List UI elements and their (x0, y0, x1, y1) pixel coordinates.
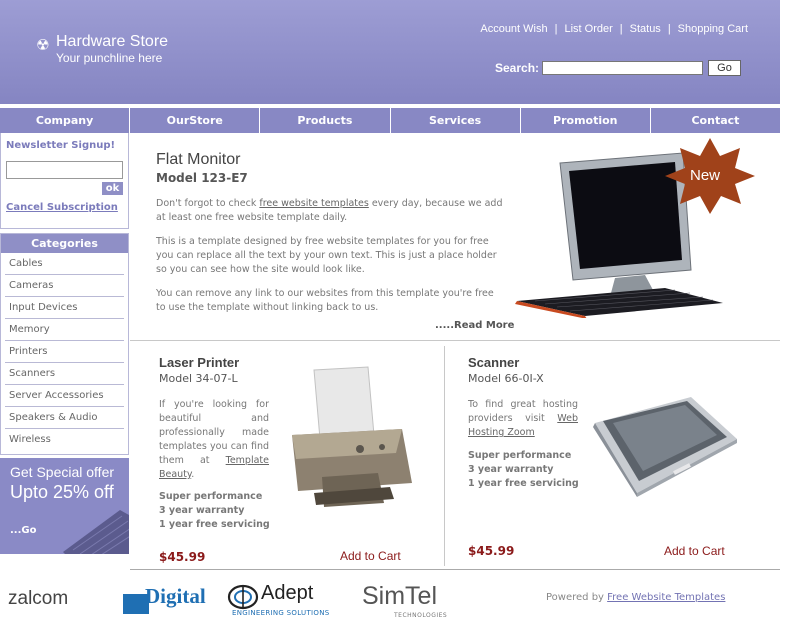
product-price: $45.99 (159, 550, 206, 564)
featured-paragraph-3: You can remove any link to our websites … (156, 288, 494, 313)
category-printers[interactable]: Printers (5, 341, 124, 363)
free-website-templates-link[interactable]: free website templates (259, 198, 368, 209)
nav-products[interactable]: Products (260, 108, 391, 133)
product-feature: Super performance (468, 450, 572, 461)
logo-icon: ☢ (36, 36, 50, 54)
nav-company[interactable]: Company (0, 108, 131, 133)
product-feature: Super performance (159, 491, 263, 502)
separator: | (667, 23, 671, 35)
keyboard-image (63, 510, 129, 554)
category-input-devices[interactable]: Input Devices (5, 297, 124, 319)
main-nav: Company OurStore Products Services Promo… (0, 104, 780, 133)
category-scanners[interactable]: Scanners (5, 363, 124, 385)
special-offer-banner[interactable]: Get Special offer Upto 25% off ...Go (0, 458, 129, 554)
categories-box: Categories Cables Cameras Input Devices … (0, 233, 129, 455)
zalcom-logo[interactable]: zalcom (8, 588, 68, 610)
powered-by: Powered by Free Website Templates (546, 592, 726, 603)
promo-line-1: Get Special offer (10, 464, 115, 480)
adept-swirl-icon (227, 584, 259, 610)
nav-contact[interactable]: Contact (651, 108, 780, 133)
product-price: $45.99 (468, 544, 515, 558)
product-feature: 1 year free servicing (159, 519, 270, 530)
list-order-link[interactable]: List Order (564, 23, 612, 35)
search-input[interactable] (542, 61, 703, 75)
featured-model: Model 123-E7 (156, 171, 248, 185)
product-model: Model 66-0I-X (468, 372, 544, 385)
product-card-laser-printer: Laser Printer Model 34-07-L If you're lo… (130, 341, 444, 569)
category-cameras[interactable]: Cameras (5, 275, 124, 297)
free-website-templates-footer-link[interactable]: Free Website Templates (607, 592, 725, 603)
featured-paragraph-2: This is a template designed by free webs… (156, 236, 497, 275)
simtel-logo[interactable]: SimTel TECHNOLOGIES (362, 580, 454, 622)
product-feature: 3 year warranty (159, 505, 245, 516)
separator: | (554, 23, 558, 35)
featured-paragraph-1: Don't forgot to check free website templ… (156, 198, 503, 223)
new-badge-label: New (690, 167, 721, 184)
promo-go-link[interactable]: ...Go (10, 525, 36, 536)
category-memory[interactable]: Memory (5, 319, 124, 341)
product-feature: 3 year warranty (468, 464, 554, 475)
newsletter-box: Newsletter Signup! ok Cancel Subscriptio… (0, 133, 129, 229)
top-links: Account Wish | List Order | Status | Shopping … (480, 23, 748, 35)
featured-product: Flat Monitor Model 123-E7 Don't forgot t… (130, 134, 780, 340)
left-sidebar: Newsletter Signup! ok Cancel Subscriptio… (0, 133, 129, 554)
category-speakers-audio[interactable]: Speakers & Audio (5, 407, 124, 429)
header: ☢ Hardware Store Your punchline here Acc… (0, 0, 780, 104)
search-go-button[interactable]: Go (708, 60, 741, 76)
scanner-image (593, 397, 737, 497)
monitor-image (515, 138, 755, 318)
newsletter-title: Newsletter Signup! (6, 140, 116, 151)
categories-list: Cables Cameras Input Devices Memory Prin… (1, 253, 128, 451)
product-title: Laser Printer (159, 355, 240, 370)
site-name[interactable]: Hardware Store (56, 33, 168, 51)
account-wish-link[interactable]: Account Wish (480, 23, 547, 35)
product-model: Model 34-07-L (159, 372, 238, 385)
status-link[interactable]: Status (630, 23, 661, 35)
category-server-accessories[interactable]: Server Accessories (5, 385, 124, 407)
search-label: Search: (495, 61, 540, 75)
nav-ourstore[interactable]: OurStore (130, 108, 261, 133)
product-card-scanner: Scanner Model 66-0I-X To find great host… (445, 341, 780, 569)
promo-line-2: Upto 25% off (10, 482, 114, 502)
product-description: If you're looking for beautiful and prof… (159, 399, 269, 480)
newsletter-email-input[interactable] (6, 161, 123, 179)
footer-divider (130, 569, 780, 570)
read-more-link[interactable]: .....Read More (435, 320, 514, 331)
featured-title: Flat Monitor (156, 151, 241, 168)
categories-title: Categories (1, 234, 128, 253)
add-to-cart-button[interactable]: Add to Cart (664, 544, 725, 558)
footer: zalcom Digital Adept ENGINEERING SOLUTIO… (0, 572, 780, 627)
shopping-cart-link[interactable]: Shopping Cart (678, 23, 748, 35)
cancel-subscription-link[interactable]: Cancel Subscription (6, 202, 118, 213)
category-cables[interactable]: Cables (5, 253, 124, 275)
separator: | (619, 23, 623, 35)
digital-logo[interactable]: Digital (123, 582, 206, 618)
category-wireless[interactable]: Wireless (5, 429, 124, 451)
nav-promotion[interactable]: Promotion (521, 108, 651, 133)
adept-logo[interactable]: Adept ENGINEERING SOLUTIONS (227, 581, 345, 621)
product-description: To find great hosting providers visit We… (468, 399, 578, 438)
product-title: Scanner (468, 355, 520, 370)
product-feature: 1 year free servicing (468, 478, 579, 489)
add-to-cart-button[interactable]: Add to Cart (340, 549, 401, 563)
tagline: Your punchline here (56, 51, 163, 65)
laser-printer-image (292, 366, 412, 507)
nav-services[interactable]: Services (391, 108, 521, 133)
newsletter-ok-button[interactable]: ok (102, 182, 123, 195)
